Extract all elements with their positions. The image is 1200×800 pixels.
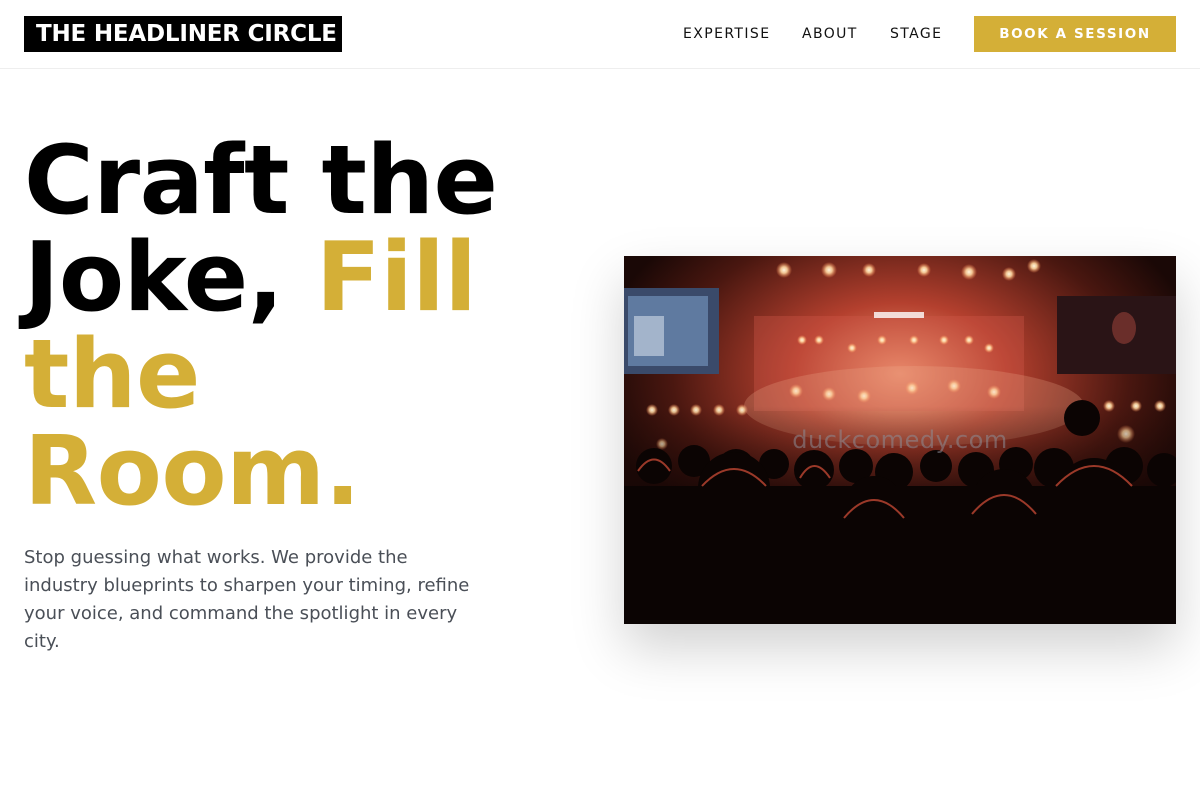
nav-link-stage[interactable]: STAGE [890, 25, 942, 43]
book-session-button[interactable]: BOOK A SESSION [974, 16, 1176, 52]
hero-image: duckcomedy.com [624, 256, 1176, 624]
nav-link-about[interactable]: ABOUT [802, 25, 858, 43]
image-watermark: duckcomedy.com [792, 426, 1008, 454]
hero-title-accent-fill: Fill [315, 223, 477, 333]
hero-title-line-2: Joke, Fill [24, 230, 584, 327]
site-header: THE HEADLINER CIRCLE EXPERTISE ABOUT STA… [0, 0, 1200, 69]
hero-title-word-joke: Joke, [24, 223, 284, 333]
hero-title-accent-room: Room. [24, 417, 361, 527]
hero-title-line-1: Craft the [24, 126, 498, 236]
hero-description: Stop guessing what works. We provide the… [24, 547, 470, 652]
hero-title-accent-the: the [24, 320, 200, 430]
hero-title: Craft the Joke, Fill the Room. [24, 133, 584, 521]
brand-logo[interactable]: THE HEADLINER CIRCLE [24, 16, 342, 52]
nav-link-expertise[interactable]: EXPERTISE [683, 25, 770, 43]
